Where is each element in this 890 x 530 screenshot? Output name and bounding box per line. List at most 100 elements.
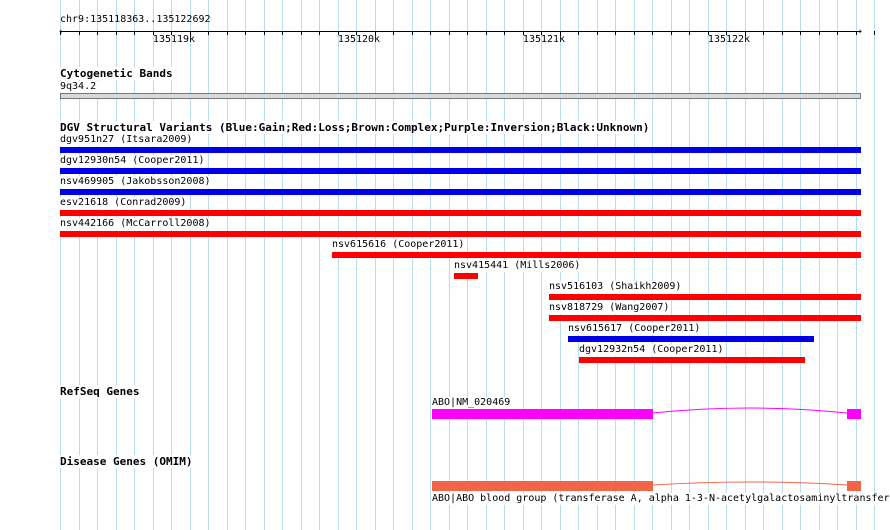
ruler-tick xyxy=(245,31,246,35)
coordinate-readout: chr9:135118363..135122692 xyxy=(60,14,211,25)
sv-label-nsv469905[interactable]: nsv469905 (Jakobsson2008) xyxy=(60,176,213,188)
ruler-tick xyxy=(115,31,117,35)
refseq-exon-block-right[interactable] xyxy=(847,409,861,419)
sv-bar-nsv818729[interactable] xyxy=(549,315,861,321)
ruler-label-135120k: 135120k xyxy=(337,34,381,45)
ruler-tick xyxy=(60,31,61,35)
sv-bar-nsv615616[interactable] xyxy=(332,252,861,258)
sv-label-esv21618[interactable]: esv21618 (Conrad2009) xyxy=(60,197,189,209)
ruler-tick xyxy=(485,31,487,35)
ruler-tick xyxy=(467,31,468,35)
ruler-tick xyxy=(837,31,838,35)
ruler-label-135121k: 135121k xyxy=(522,34,566,45)
ruler-tick xyxy=(208,31,209,35)
grid-line xyxy=(448,0,450,530)
ruler-tick xyxy=(800,31,801,35)
omim-description[interactable]: ABO|ABO blood group (transferase A, alph… xyxy=(432,493,890,505)
grid-line xyxy=(874,0,875,530)
grid-line xyxy=(208,0,209,530)
ruler-label-135119k: 135119k xyxy=(152,34,196,45)
sv-bar-nsv415441[interactable] xyxy=(454,273,478,279)
grid-line xyxy=(726,0,727,530)
ruler-tick xyxy=(689,31,690,35)
sv-bar-esv21618[interactable] xyxy=(60,210,861,216)
ruler-tick xyxy=(97,31,98,35)
grid-line xyxy=(781,0,783,530)
ruler-tick xyxy=(319,31,320,35)
refseq-exon-block-left[interactable] xyxy=(432,409,653,419)
ruler-tick xyxy=(781,31,783,35)
ruler-tick xyxy=(282,31,283,35)
ruler-tick xyxy=(855,31,857,35)
ruler-tick xyxy=(134,31,135,35)
grid-line xyxy=(393,0,394,530)
refseq-gene-label[interactable]: ABO|NM_020469 xyxy=(432,397,513,409)
grid-line xyxy=(226,0,228,530)
grid-line xyxy=(670,0,672,530)
sv-bar-nsv516103[interactable] xyxy=(549,294,861,300)
ruler-tick xyxy=(430,31,431,35)
sv-bar-nsv469905[interactable] xyxy=(60,189,861,195)
grid-line xyxy=(282,0,283,530)
ruler-right-arrow-icon: › xyxy=(857,27,863,37)
ruler-tick xyxy=(448,31,450,35)
ruler-tick xyxy=(596,31,598,35)
ruler-tick xyxy=(818,31,820,35)
grid-line xyxy=(707,0,709,530)
grid-line xyxy=(633,0,635,530)
ruler-tick xyxy=(652,31,653,35)
grid-line xyxy=(800,0,801,530)
refseq-track-title[interactable]: RefSeq Genes xyxy=(60,385,142,398)
grid-line xyxy=(855,0,857,530)
sv-label-nsv615616[interactable]: nsv615616 (Cooper2011) xyxy=(332,239,467,251)
omim-intron-line xyxy=(652,481,848,486)
dgv-track-title[interactable]: DGV Structural Variants (Blue:Gain;Red:L… xyxy=(60,121,652,134)
sv-label-nsv415441[interactable]: nsv415441 (Mills2006) xyxy=(454,260,583,272)
sv-label-dgv12930n54[interactable]: dgv12930n54 (Cooper2011) xyxy=(60,155,207,167)
cytoband-bar[interactable] xyxy=(60,93,861,99)
sv-label-nsv615617[interactable]: nsv615617 (Cooper2011) xyxy=(568,323,703,335)
sv-label-nsv516103[interactable]: nsv516103 (Shaikh2009) xyxy=(549,281,684,293)
grid-line xyxy=(337,0,339,530)
grid-line xyxy=(744,0,746,530)
omim-track-title[interactable]: Disease Genes (OMIM) xyxy=(60,455,195,468)
genome-browser-viewer[interactable]: chr9:135118363..135122692 ‹ › 135119k 13… xyxy=(0,0,890,530)
grid-line xyxy=(652,0,653,530)
grid-line xyxy=(245,0,246,530)
ruler-tick xyxy=(263,31,265,35)
grid-line xyxy=(689,0,690,530)
grid-line xyxy=(430,0,431,530)
grid-line xyxy=(374,0,376,530)
sv-label-nsv818729[interactable]: nsv818729 (Wang2007) xyxy=(549,302,672,314)
refseq-intron-line xyxy=(652,407,848,414)
omim-gene-block-left[interactable] xyxy=(432,481,653,491)
ruler-tick xyxy=(411,31,413,35)
ruler-tick xyxy=(615,31,616,35)
grid-line xyxy=(411,0,413,530)
grid-line xyxy=(763,0,764,530)
sv-bar-dgv12932n54[interactable] xyxy=(579,357,805,363)
sv-bar-nsv615617[interactable] xyxy=(568,336,814,342)
sv-label-nsv442166[interactable]: nsv442166 (McCarroll2008) xyxy=(60,218,213,230)
ruler-tick xyxy=(504,31,505,35)
sv-bar-dgv12930n54[interactable] xyxy=(60,168,861,174)
ruler-tick xyxy=(763,31,764,35)
sv-bar-nsv442166[interactable] xyxy=(60,231,861,237)
ruler-tick xyxy=(78,31,80,35)
sv-label-dgv12932n54[interactable]: dgv12932n54 (Cooper2011) xyxy=(579,344,726,356)
cytoband-label: 9q34.2 xyxy=(60,81,99,93)
ruler-tick xyxy=(393,31,394,35)
grid-line xyxy=(263,0,265,530)
ruler-tick xyxy=(300,31,302,35)
cytogenetic-track-title[interactable]: Cytogenetic Bands xyxy=(60,67,175,80)
sv-bar-dgv951n27[interactable] xyxy=(60,147,861,153)
grid-line xyxy=(596,0,598,530)
grid-line xyxy=(615,0,616,530)
ruler-axis xyxy=(60,31,861,32)
sv-label-dgv951n27[interactable]: dgv951n27 (Itsara2009) xyxy=(60,134,195,146)
ruler-tick xyxy=(226,31,228,35)
omim-gene-block-right[interactable] xyxy=(847,481,861,491)
grid-line xyxy=(189,0,191,530)
grid-line xyxy=(300,0,302,530)
ruler-tick xyxy=(633,31,635,35)
